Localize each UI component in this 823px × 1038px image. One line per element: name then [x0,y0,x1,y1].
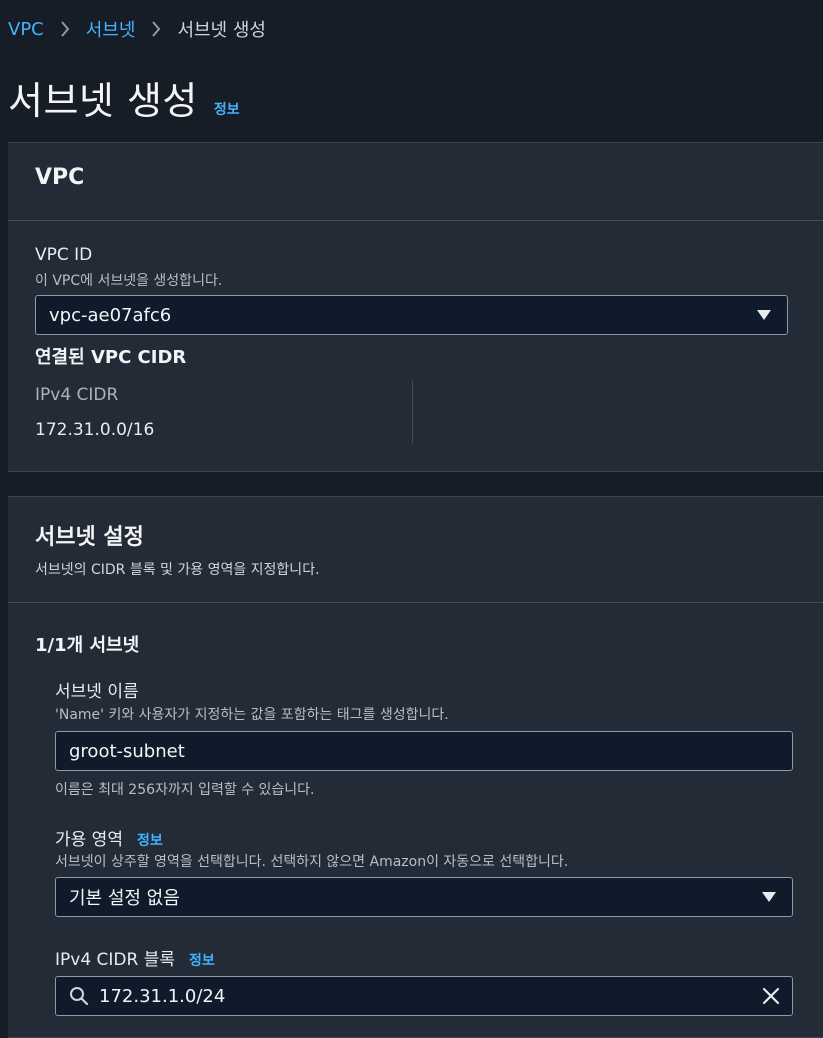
vpc-id-label: VPC ID [35,245,93,265]
subnet-name-input[interactable]: groot-subnet [55,731,793,771]
ipv4-cidr-block-input[interactable]: 172.31.1.0/24 [55,976,793,1016]
availability-zone-select-value: 기본 설정 없음 [69,888,180,909]
search-icon [69,986,89,1006]
availability-zone-label: 가용 영역 [55,830,123,850]
page-title: 서브넷 생성 [8,79,198,123]
associated-vpc-cidr-heading: 연결된 VPC CIDR [35,347,187,368]
availability-zone-info-link[interactable]: 정보 [137,830,163,850]
vpc-panel-title: VPC [35,165,85,190]
subnet-settings-panel: 서브넷 설정 서브넷의 CIDR 블록 및 가용 영역을 지정합니다. 1/1개… [8,496,823,1038]
page-header: 서브넷 생성 정보 [8,70,240,125]
ipv4-cidr-block-input-value: 172.31.1.0/24 [99,985,226,1007]
vpc-panel-header: VPC [8,143,823,221]
subnet-name-description: 'Name' 키와 사용자가 지정하는 값을 포함하는 태그를 생성합니다. [55,707,449,723]
vertical-divider [412,381,413,443]
subnet-settings-header: 서브넷 설정 서브넷의 CIDR 블록 및 가용 영역을 지정합니다. [8,497,823,603]
vpc-id-select[interactable]: vpc-ae07afc6 [35,295,788,335]
availability-zone-select[interactable]: 기본 설정 없음 [55,877,793,917]
breadcrumb-subnets-link[interactable]: 서브넷 [86,16,136,42]
chevron-right-icon [60,21,70,37]
subnet-name-hint: 이름은 최대 256자까지 입력할 수 있습니다. [55,782,315,798]
chevron-right-icon [151,21,161,37]
breadcrumb-current: 서브넷 생성 [177,20,266,41]
breadcrumb-vpc-link[interactable]: VPC [8,19,44,40]
ipv4-cidr-value: 172.31.0.0/16 [35,420,155,440]
subnet-settings-description: 서브넷의 CIDR 블록 및 가용 영역을 지정합니다. [35,562,320,578]
ipv4-cidr-label: IPv4 CIDR [35,385,119,405]
subnet-settings-title: 서브넷 설정 [35,525,144,550]
vpc-id-description: 이 VPC에 서브넷을 생성합니다. [35,273,223,289]
ipv4-cidr-block-label: IPv4 CIDR 블록 [55,950,176,970]
vpc-id-select-value: vpc-ae07afc6 [49,304,172,326]
caret-down-icon [757,310,771,320]
subnet-name-label: 서브넷 이름 [55,682,139,702]
subnet-name-input-value: groot-subnet [69,740,185,762]
breadcrumb: VPC 서브넷 서브넷 생성 [8,15,266,43]
page-info-link[interactable]: 정보 [214,99,240,119]
close-icon[interactable] [762,987,780,1005]
availability-zone-description: 서브넷이 상주할 영역을 선택합니다. 선택하지 않으면 Amazon이 자동으… [55,854,569,870]
ipv4-cidr-block-label-row: IPv4 CIDR 블록 정보 [55,945,215,970]
ipv4-cidr-block-info-link[interactable]: 정보 [189,950,215,970]
vpc-panel: VPC VPC ID 이 VPC에 서브넷을 생성합니다. vpc-ae07af… [8,142,823,472]
availability-zone-label-row: 가용 영역 정보 [55,825,163,850]
caret-down-icon [762,892,776,902]
subnet-count-heading: 1/1개 서브넷 [35,635,140,656]
